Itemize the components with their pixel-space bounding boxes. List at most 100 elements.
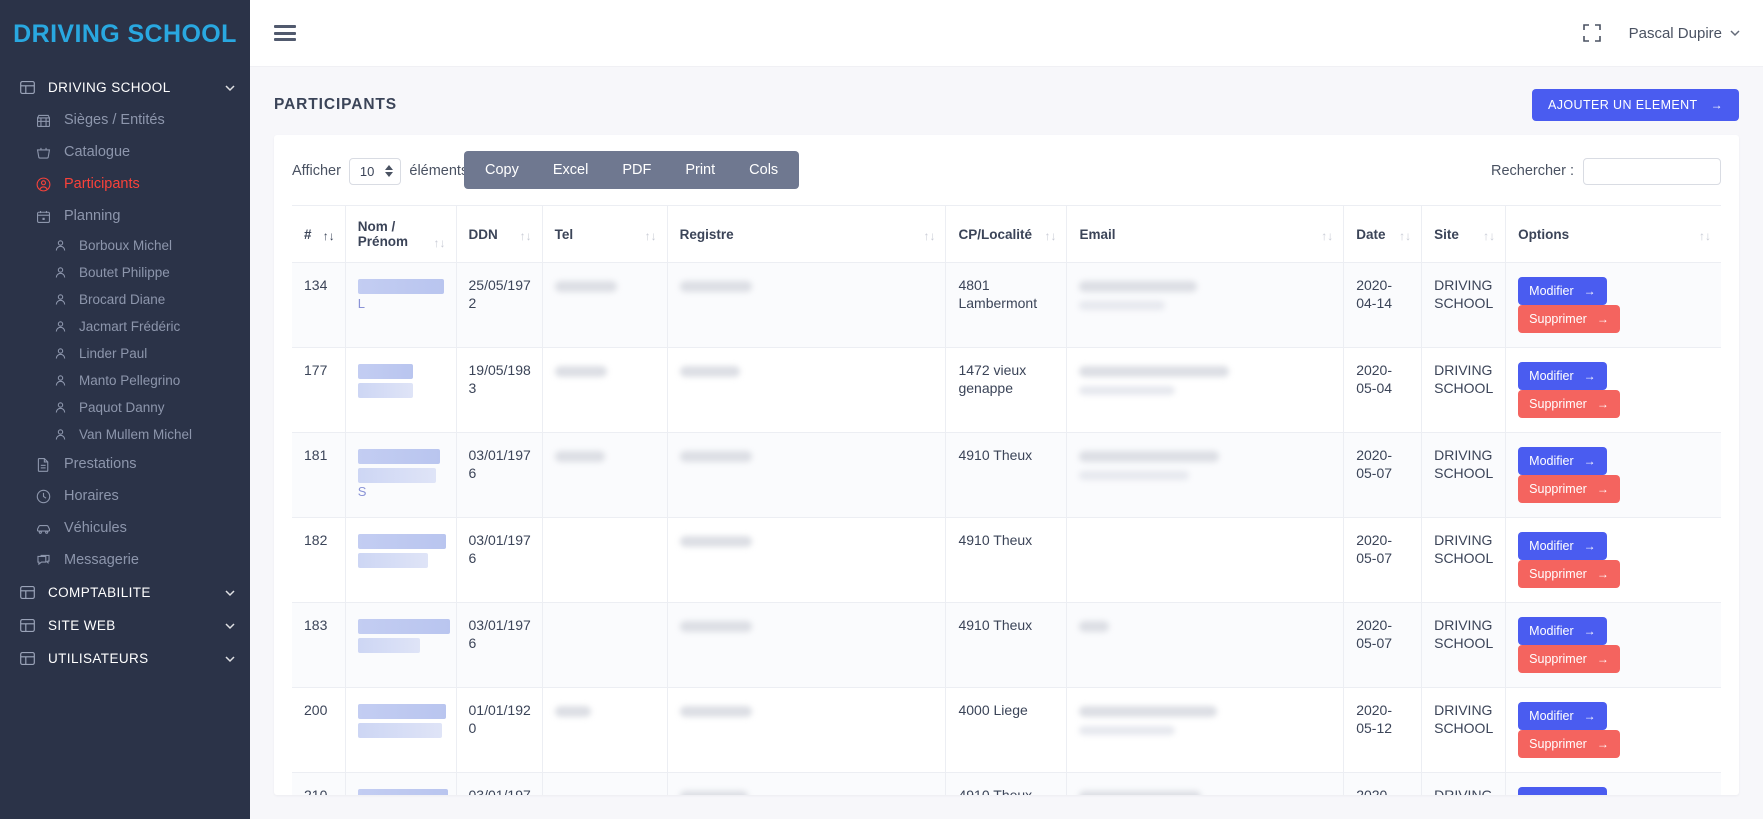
redacted-email <box>1079 705 1218 717</box>
cell-ddn: 03/01/1976 <box>456 432 543 518</box>
participants-table: # ↑↓ Nom / Prénom ↑↓ DDN ↑↓ Tel ↑↓ Registre ↑… <box>292 205 1721 795</box>
hamburger-icon[interactable] <box>274 23 300 43</box>
col-label: Nom / Prénom <box>357 219 409 249</box>
sidebar-subitem-linder-paul[interactable]: Linder Paul <box>0 340 250 367</box>
delete-button[interactable]: Supprimer → <box>1518 390 1620 418</box>
delete-button[interactable]: Supprimer → <box>1518 560 1620 588</box>
edit-button[interactable]: Modifier → <box>1518 277 1607 305</box>
cell-ddn: 19/05/1983 <box>456 347 543 433</box>
edit-button[interactable]: Modifier → <box>1518 532 1607 560</box>
print-button[interactable]: Print <box>668 154 732 186</box>
delete-button[interactable]: Supprimer → <box>1518 645 1620 673</box>
sidebar-item-sieges-entites[interactable]: Sièges / Entités <box>0 104 250 136</box>
sidebar-subitem-boutet-philippe[interactable]: Boutet Philippe <box>0 259 250 286</box>
sidebar-item-catalogue[interactable]: Catalogue <box>0 136 250 168</box>
page-length-value: 10 <box>359 163 375 179</box>
cell-id: 200 <box>292 687 346 773</box>
page-length-select[interactable]: 10 <box>348 157 402 185</box>
sidebar-group-comptabilite[interactable]: COMPTABILITE <box>0 576 250 609</box>
col-ddn[interactable]: DDN ↑↓ <box>456 205 543 263</box>
cell-options[interactable]: Modifier→Supprimer→ <box>1505 687 1721 773</box>
entries-label: éléments <box>409 163 469 179</box>
cell-tel <box>542 432 668 518</box>
sidebar-subitem-van-mullem-michel[interactable]: Van Mullem Michel <box>0 421 250 448</box>
cell-options[interactable]: Modifier→Supprimer→ <box>1505 347 1721 433</box>
sidebar-item-vehicules[interactable]: Véhicules <box>0 512 250 544</box>
sort-icon: ↑↓ <box>433 236 446 250</box>
pdf-button[interactable]: PDF <box>605 154 668 186</box>
col-registre[interactable]: Registre ↑↓ <box>667 205 947 263</box>
add-element-button[interactable]: AJOUTER UN ELEMENT → <box>1532 89 1739 121</box>
cell-options[interactable]: Modifier→Supprimer→ <box>1505 517 1721 603</box>
col-id[interactable]: # ↑↓ <box>292 205 346 263</box>
sidebar-group-driving-school[interactable]: DRIVING SCHOOL <box>0 71 250 104</box>
sidebar-subitem-manto-pellegrino[interactable]: Manto Pellegrino <box>0 367 250 394</box>
sidebar-item-label: Messagerie <box>64 552 139 568</box>
row-date: 2020-05-07 <box>1356 447 1393 481</box>
sidebar-subitem-label: Linder Paul <box>79 346 148 361</box>
sidebar: DRIVING SCHOOL DRIVING SCHOOL Sièges / E <box>0 0 250 819</box>
sidebar-group-site-web[interactable]: SITE WEB <box>0 609 250 642</box>
sidebar-subitem-borboux-michel[interactable]: Borboux Michel <box>0 232 250 259</box>
edit-label: Modifier <box>1529 539 1574 553</box>
col-tel[interactable]: Tel ↑↓ <box>542 205 668 263</box>
cell-site: DRIVING SCHOOL <box>1421 517 1507 603</box>
redacted-name-line <box>357 703 446 719</box>
sidebar-item-participants[interactable]: Participants <box>0 168 250 200</box>
col-email[interactable]: Email ↑↓ <box>1066 205 1345 263</box>
col-date[interactable]: Date ↑↓ <box>1343 205 1423 263</box>
redacted-name-char: L <box>357 295 366 311</box>
cell-tel <box>542 517 668 603</box>
col-nom-prenom[interactable]: Nom / Prénom ↑↓ <box>345 205 457 263</box>
delete-button[interactable]: Supprimer → <box>1518 305 1620 333</box>
sidebar-group-label: UTILISATEURS <box>48 651 149 666</box>
row-id: 183 <box>304 617 328 633</box>
row-id: 177 <box>304 362 328 378</box>
delete-button[interactable]: Supprimer → <box>1518 475 1620 503</box>
add-element-label: AJOUTER UN ELEMENT <box>1548 98 1698 112</box>
cell-options[interactable]: Modifier→Supprimer→ <box>1505 602 1721 688</box>
sidebar-item-label: Participants <box>64 176 140 192</box>
user-menu[interactable]: Pascal Dupire <box>1629 25 1741 42</box>
redacted-registre <box>679 450 752 462</box>
sidebar-item-label: Prestations <box>64 456 137 472</box>
cell-options[interactable]: Modifier→Supprimer→ <box>1505 432 1721 518</box>
col-options[interactable]: Options ↑↓ <box>1505 205 1721 263</box>
edit-button[interactable]: Modifier → <box>1518 447 1607 475</box>
delete-button[interactable]: Supprimer → <box>1518 730 1620 758</box>
cell-id: 181 <box>292 432 346 518</box>
row-id: 134 <box>304 277 328 293</box>
sidebar-subitem-brocard-diane[interactable]: Brocard Diane <box>0 286 250 313</box>
cell-site: DRIVING SCHOOL <box>1421 772 1507 795</box>
cell-options[interactable]: Modifier→Supprimer→ <box>1505 772 1721 795</box>
fullscreen-icon[interactable] <box>1581 22 1603 44</box>
cell-id: 134 <box>292 262 346 348</box>
sidebar-item-horaires[interactable]: Horaires <box>0 480 250 512</box>
sidebar-subitem-jacmart-frederic[interactable]: Jacmart Frédéric <box>0 313 250 340</box>
excel-button[interactable]: Excel <box>536 154 605 186</box>
app-root: DRIVING SCHOOL DRIVING SCHOOL Sièges / E <box>0 0 1763 819</box>
edit-button[interactable]: Modifier → <box>1518 702 1607 730</box>
search-input[interactable] <box>1583 157 1721 185</box>
edit-button[interactable]: Modifier → <box>1518 617 1607 645</box>
edit-button[interactable]: Modifier → <box>1518 362 1607 390</box>
sidebar-group-utilisateurs[interactable]: UTILISATEURS <box>0 642 250 675</box>
redacted-name-line <box>357 637 420 653</box>
chat-icon <box>34 551 53 570</box>
sidebar-item-prestations[interactable]: Prestations <box>0 448 250 480</box>
sidebar-item-messagerie[interactable]: Messagerie <box>0 544 250 576</box>
cell-nom-prenom <box>345 602 457 688</box>
sidebar-item-planning[interactable]: Planning <box>0 200 250 232</box>
cell-email <box>1066 432 1345 518</box>
redacted-name-line <box>357 363 413 379</box>
sidebar-item-label: Planning <box>64 208 121 224</box>
row-date: 2020-05-07 <box>1356 532 1393 566</box>
sidebar-subitem-paquot-danny[interactable]: Paquot Danny <box>0 394 250 421</box>
copy-button[interactable]: Copy <box>468 154 536 186</box>
cell-options[interactable]: Modifier→Supprimer→ <box>1505 262 1721 348</box>
edit-button[interactable]: Modifier → <box>1518 787 1607 795</box>
cell-id: 177 <box>292 347 346 433</box>
cols-button[interactable]: Cols <box>732 154 795 186</box>
col-cp-localite[interactable]: CP/Localité ↑↓ <box>945 205 1068 263</box>
col-site[interactable]: Site ↑↓ <box>1421 205 1507 263</box>
